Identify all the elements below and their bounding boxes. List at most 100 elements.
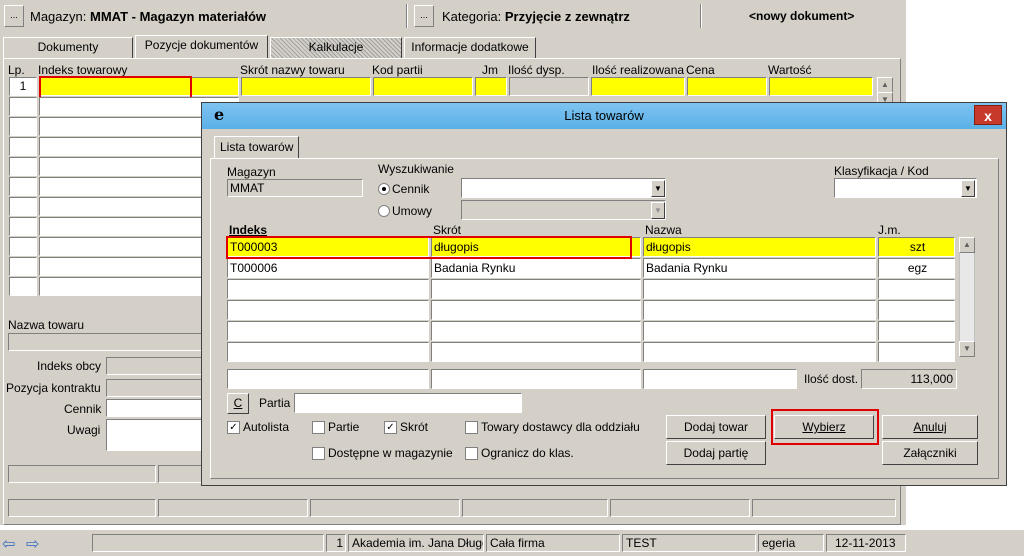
skrot-nazwy-input[interactable] [241,77,371,96]
partia-input[interactable] [294,393,522,413]
list-cell[interactable] [227,279,429,299]
towary-dostawcy-checkbox[interactable] [465,421,478,434]
chevron-down-icon[interactable]: ▼ [961,180,975,197]
summary-field [8,465,156,483]
uwagi-label: Uwagi [67,423,101,437]
list-cell-nazwa[interactable]: długopis [643,237,876,257]
document-header: ... Magazyn: MMAT - Magazyn materiałów .… [0,0,906,32]
cennik-label: Cennik [64,402,102,416]
radio-cennik[interactable] [378,183,390,195]
col-header-skrot[interactable]: Skrót [433,223,461,237]
wartosc-input[interactable] [769,77,873,96]
tab-kalkulacje[interactable]: Kalkulacje [270,37,402,58]
grid-cell[interactable] [9,237,37,256]
filter-nazwa-input[interactable] [643,369,797,389]
footer-field [158,499,308,517]
uwagi-field[interactable] [106,419,204,451]
dodaj-towar-button[interactable]: Dodaj towar [666,415,766,439]
list-cell-skrot[interactable]: Badania Rynku [431,258,641,278]
close-icon[interactable]: x [974,105,1002,125]
list-cell[interactable] [643,300,876,320]
tab-dokumenty[interactable]: Dokumenty [3,37,133,58]
forward-arrow-icon[interactable]: ⇨ [26,534,39,554]
klasyfikacja-select[interactable] [834,178,977,198]
klasyfikacja-label: Klasyfikacja / Kod [834,164,929,178]
chevron-down-icon[interactable]: ▼ [651,180,665,197]
filter-indeks-input[interactable] [227,369,429,389]
grid-scroll-up-icon[interactable]: ▲ [877,77,893,93]
list-cell[interactable] [643,279,876,299]
dostepne-checkbox[interactable] [312,447,325,460]
list-cell[interactable] [431,300,641,320]
partie-label: Partie [328,420,360,434]
radio-umowy-label: Umowy [392,204,433,218]
list-cell[interactable] [227,342,429,362]
list-cell[interactable] [878,279,955,299]
filter-skrot-input[interactable] [431,369,641,389]
dialog-titlebar[interactable]: e Lista towarów x [202,103,1006,129]
radio-cennik-label: Cennik [392,182,430,196]
grid-cell[interactable] [9,157,37,176]
row-lp: 1 [9,77,37,96]
list-cell-jm[interactable]: szt [878,237,955,257]
jm-input[interactable] [475,77,507,96]
clear-button[interactable]: C [227,393,249,414]
dostepne-label: Dostępne w magazynie [328,446,453,460]
cena-input[interactable] [687,77,767,96]
grid-cell[interactable] [9,197,37,216]
list-cell[interactable] [431,279,641,299]
dodaj-partie-button[interactable]: Dodaj partię [666,441,766,465]
list-cell[interactable] [878,342,955,362]
grid-cell[interactable] [9,217,37,236]
tab-pozycje-dokumentow[interactable]: Pozycje dokumentów [135,35,268,59]
list-cell[interactable] [643,342,876,362]
ogranicz-checkbox[interactable] [465,447,478,460]
footer-field [310,499,460,517]
grid-cell[interactable] [9,177,37,196]
col-header-jm[interactable]: J.m. [878,223,901,237]
list-cell[interactable] [878,300,955,320]
kategoria-value: Przyjęcie z zewnątrz [504,9,630,24]
ilosc-realizowana-input[interactable] [591,77,685,96]
list-cell[interactable] [431,321,641,341]
highlight-selected-row [226,236,632,259]
grid-cell[interactable] [9,117,37,136]
list-cell[interactable] [878,321,955,341]
autolista-checkbox[interactable]: ✓ [227,421,240,434]
col-header-nazwa[interactable]: Nazwa [645,223,682,237]
status-user: egeria [758,534,824,552]
kategoria-label: Kategoria: [442,9,502,24]
back-arrow-icon[interactable]: ⇦ [2,534,15,554]
list-cell-jm[interactable]: egz [878,258,955,278]
grid-cell[interactable] [9,137,37,156]
kategoria-picker-button[interactable]: ... [414,5,434,27]
zalaczniki-button[interactable]: Załączniki [882,441,978,465]
scroll-up-icon[interactable]: ▲ [959,237,975,253]
cennik-select[interactable] [461,178,666,198]
col-header-indeks[interactable]: Indeks [229,223,267,237]
scroll-down-icon[interactable]: ▼ [959,341,975,357]
tab-lista-towarow[interactable]: Lista towarów [214,136,300,158]
grid-cell[interactable] [9,97,37,116]
list-cell[interactable] [431,342,641,362]
grid-cell[interactable] [9,277,37,296]
list-cell-nazwa[interactable]: Badania Rynku [643,258,876,278]
list-cell-indeks[interactable]: T000006 [227,258,429,278]
grid-cell[interactable] [9,257,37,276]
list-cell[interactable] [227,321,429,341]
towary-dostawcy-label: Towary dostawcy dla oddziału [481,420,640,434]
status-scope: Cała firma [486,534,620,552]
list-cell[interactable] [643,321,876,341]
document-status: <nowy dokument> [749,9,855,23]
tab-informacje-dodatkowe[interactable]: Informacje dodatkowe [404,37,536,58]
kod-partii-input[interactable] [373,77,473,96]
list-scrollbar[interactable] [959,237,975,357]
radio-umowy[interactable] [378,205,390,217]
list-cell[interactable] [227,300,429,320]
cennik-field[interactable] [106,399,204,417]
magazyn-label: Magazyn [227,165,276,179]
magazyn-picker-button[interactable]: ... [4,5,24,27]
skrot-checkbox[interactable]: ✓ [384,421,397,434]
partie-checkbox[interactable] [312,421,325,434]
anuluj-button[interactable]: Anuluj [882,415,978,439]
